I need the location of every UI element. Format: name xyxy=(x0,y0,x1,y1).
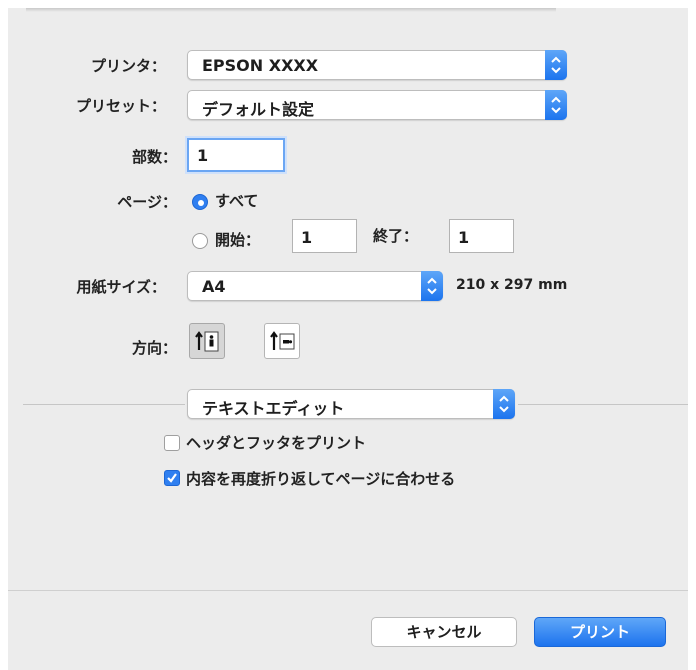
popup-stepper-icon xyxy=(545,50,567,80)
rewrap-checkbox[interactable] xyxy=(164,470,180,486)
print-dialog: プリンタ： EPSON XXXX プリセット： デフォルト設定 部数： 1 ペー… xyxy=(8,8,688,670)
header-footer-label: ヘッダとフッタをプリント xyxy=(186,434,367,452)
preset-label: プリセット： xyxy=(75,97,166,115)
section-divider-right xyxy=(518,404,688,405)
pages-range-radio[interactable] xyxy=(192,233,208,249)
paper-size-value: A4 xyxy=(202,277,226,296)
pages-from-value: 1 xyxy=(301,228,313,247)
pages-to-label: 終了： xyxy=(373,227,419,245)
printer-label: プリンタ： xyxy=(90,57,166,75)
section-popup[interactable]: テキストエディット xyxy=(187,389,515,419)
pages-to-value: 1 xyxy=(458,228,470,247)
portrait-icon xyxy=(195,331,219,352)
popup-stepper-icon xyxy=(493,389,515,419)
rewrap-label: 内容を再度折り返してページに合わせる xyxy=(186,470,456,488)
popup-stepper-icon xyxy=(421,271,443,301)
paper-size-label: 用紙サイズ： xyxy=(76,278,166,296)
cancel-button[interactable]: キャンセル xyxy=(371,617,517,647)
header-footer-checkbox[interactable] xyxy=(164,435,180,451)
paper-dimensions: 210 x 297 mm xyxy=(456,277,568,293)
toolbar-shadow xyxy=(26,8,556,12)
popup-stepper-icon xyxy=(545,90,567,120)
footer-divider xyxy=(8,590,688,591)
preset-value: デフォルト設定 xyxy=(202,100,315,119)
pages-from-field[interactable]: 1 xyxy=(292,219,357,253)
copies-field[interactable]: 1 xyxy=(187,138,285,172)
paper-size-popup[interactable]: A4 xyxy=(187,271,443,301)
landscape-icon xyxy=(270,331,295,350)
pages-all-radio[interactable] xyxy=(192,194,208,210)
preset-popup[interactable]: デフォルト設定 xyxy=(187,90,567,120)
portrait-orientation-button[interactable] xyxy=(189,323,225,359)
printer-popup[interactable]: EPSON XXXX xyxy=(187,50,567,80)
section-divider-left xyxy=(23,404,185,405)
checkmark-icon xyxy=(167,473,177,483)
printer-value: EPSON XXXX xyxy=(202,56,319,75)
section-value: テキストエディット xyxy=(202,399,345,418)
copies-label: 部数： xyxy=(131,148,177,166)
pages-from-label: 開始： xyxy=(215,231,261,249)
copies-value: 1 xyxy=(197,146,209,165)
pages-all-label: すべて xyxy=(215,192,259,210)
landscape-orientation-button[interactable] xyxy=(264,323,300,359)
print-button[interactable]: プリント xyxy=(534,617,666,647)
orientation-label: 方向： xyxy=(131,339,177,357)
pages-to-field[interactable]: 1 xyxy=(449,219,514,253)
pages-label: ページ： xyxy=(117,193,177,211)
